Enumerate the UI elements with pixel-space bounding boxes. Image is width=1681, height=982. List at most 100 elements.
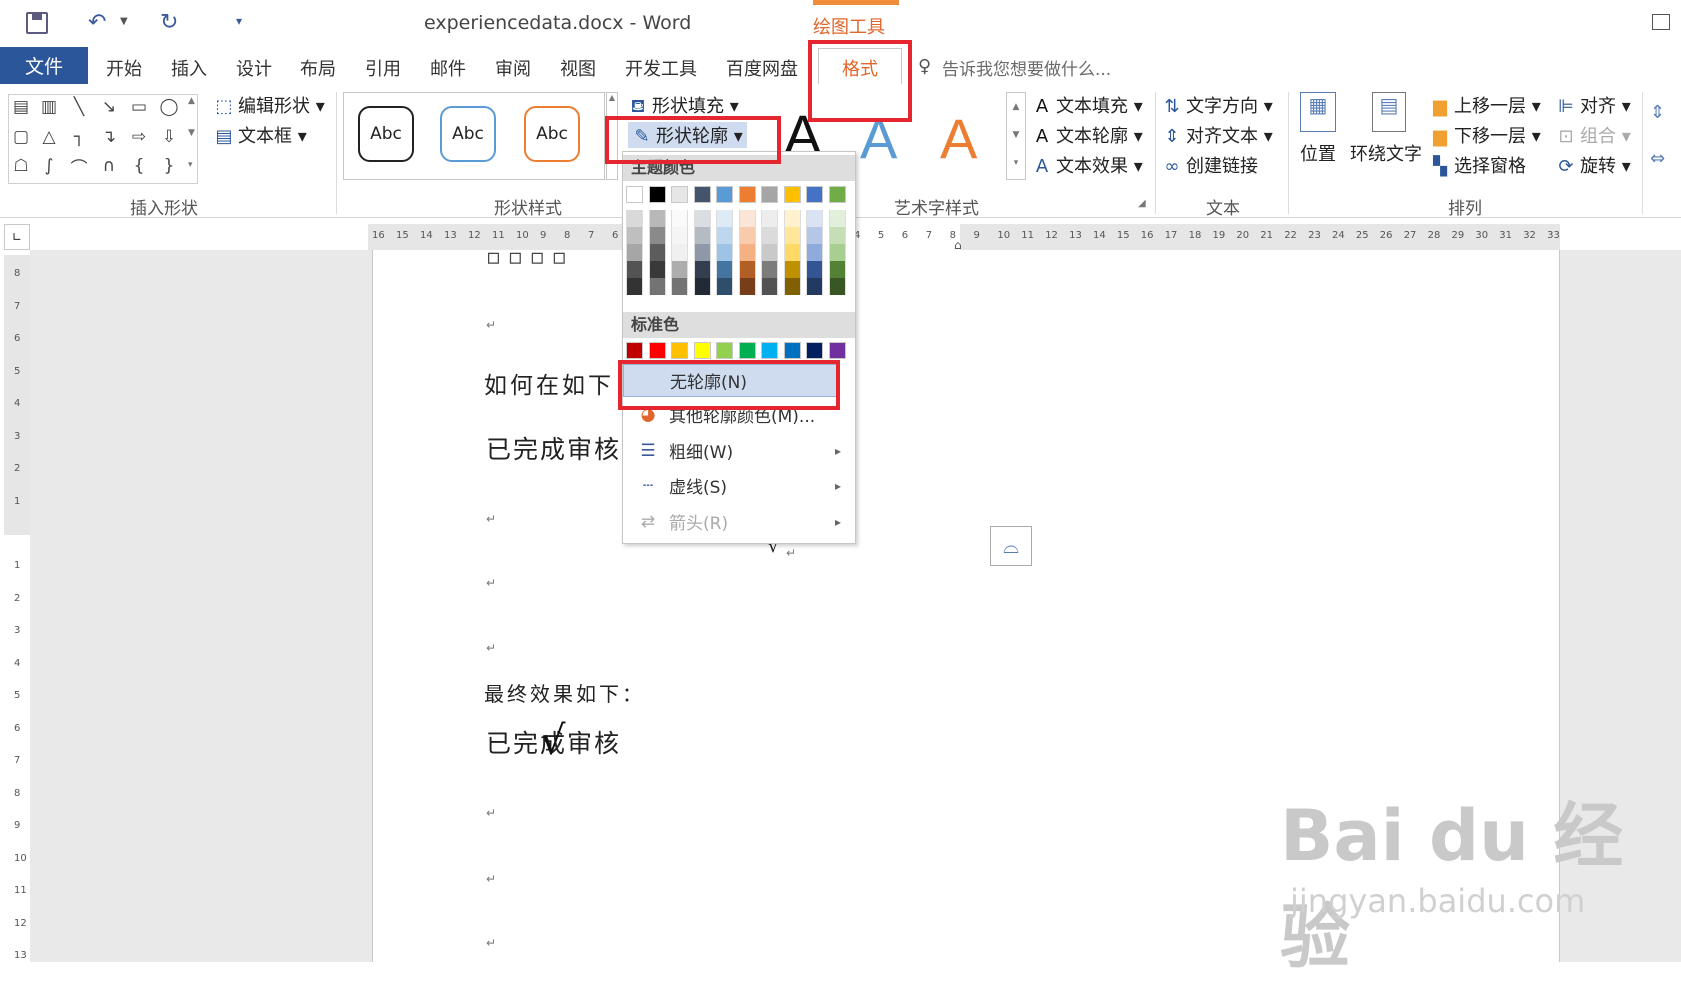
theme-shade-swatch[interactable] <box>648 244 666 261</box>
wordart-gallery-scroll-icon[interactable]: ▲ ▼ ▾ <box>1006 92 1026 180</box>
theme-color-swatch[interactable] <box>828 186 846 203</box>
rotate-button[interactable]: ⟳ 旋转 ▾ <box>1556 152 1630 178</box>
theme-color-swatch[interactable] <box>716 186 733 203</box>
standard-color-swatch[interactable] <box>783 342 801 359</box>
align-button[interactable]: ⊫ 对齐 ▾ <box>1556 92 1631 118</box>
theme-shade-swatch[interactable] <box>783 227 801 244</box>
theme-color-swatch[interactable] <box>693 186 711 203</box>
text-outline-button[interactable]: A 文本轮廓 ▾ <box>1032 122 1143 148</box>
bring-forward-button[interactable]: ▆ 上移一层 ▾ <box>1430 92 1541 118</box>
theme-shade-swatch[interactable] <box>693 227 711 244</box>
theme-color-swatch[interactable] <box>671 186 688 203</box>
standard-color-swatch[interactable] <box>693 342 711 359</box>
theme-shade-swatch[interactable] <box>716 227 733 244</box>
theme-color-swatch[interactable] <box>738 186 756 203</box>
redo-icon[interactable]: ↻ <box>160 10 178 35</box>
gallery-scroll-down-icon[interactable]: ▼ <box>188 128 195 138</box>
undo-dropdown-icon[interactable]: ▼ <box>120 16 128 27</box>
standard-color-swatch[interactable] <box>716 342 733 359</box>
tab-developer[interactable]: 开发工具 <box>625 55 697 81</box>
doc-paragraph[interactable]: 如何在如下 <box>484 366 614 400</box>
layout-options-icon[interactable]: ⌓ <box>990 526 1032 566</box>
wordart-orange-sample[interactable]: A <box>940 106 977 171</box>
tab-layout[interactable]: 布局 <box>300 55 336 81</box>
theme-shade-swatch[interactable] <box>761 210 778 227</box>
shape-style-black[interactable]: Abc <box>358 106 414 162</box>
theme-shade-swatch[interactable] <box>761 261 778 278</box>
theme-shade-swatch[interactable] <box>626 261 643 278</box>
theme-shade-swatch[interactable] <box>693 278 711 295</box>
theme-shade-swatch[interactable] <box>828 227 846 244</box>
elbow-arrow-icon[interactable]: ↴ <box>98 126 120 148</box>
selection-pane-button[interactable]: ▚ 选择窗格 <box>1430 152 1526 178</box>
theme-shade-swatch[interactable] <box>738 210 756 227</box>
line-shape-icon[interactable]: ╲ <box>68 96 90 118</box>
create-link-button[interactable]: ∞ 创建链接 <box>1162 152 1259 178</box>
send-backward-button[interactable]: ▆ 下移一层 ▾ <box>1430 122 1541 148</box>
position-button[interactable]: 位置 <box>1300 140 1336 166</box>
theme-shade-swatch[interactable] <box>626 244 643 261</box>
restore-ribbon-icon[interactable] <box>1652 14 1670 30</box>
standard-color-swatch[interactable] <box>626 342 643 359</box>
theme-shade-swatch[interactable] <box>738 244 756 261</box>
wrap-text-button[interactable]: 环绕文字 <box>1350 140 1422 166</box>
shape-style-orange[interactable]: Abc <box>524 106 580 162</box>
theme-color-swatch[interactable] <box>783 186 801 203</box>
gallery-scroll-up-icon[interactable]: ▲ <box>188 96 195 106</box>
width-icon[interactable]: ⇔ <box>1650 148 1665 169</box>
theme-shade-swatch[interactable] <box>806 227 823 244</box>
down-arrow-shape-icon[interactable]: ⇩ <box>158 126 180 148</box>
theme-shade-swatch[interactable] <box>671 278 688 295</box>
text-box-button[interactable]: ▤ 文本框 ▾ <box>214 122 306 148</box>
theme-shade-swatch[interactable] <box>648 210 666 227</box>
theme-shade-swatch[interactable] <box>626 210 643 227</box>
tab-home[interactable]: 开始 <box>106 55 142 81</box>
theme-shade-swatch[interactable] <box>648 278 666 295</box>
doc-paragraph[interactable]: 最终效果如下： <box>484 678 645 707</box>
theme-shade-swatch[interactable] <box>783 244 801 261</box>
theme-shade-swatch[interactable] <box>716 244 733 261</box>
theme-shade-swatch[interactable] <box>806 261 823 278</box>
standard-color-swatch[interactable] <box>738 342 756 359</box>
theme-shade-swatch[interactable] <box>693 244 711 261</box>
theme-shade-swatch[interactable] <box>783 210 801 227</box>
undo-icon[interactable]: ↶ <box>88 10 106 35</box>
weight-item[interactable]: ☰ 粗细(W) ▸ <box>623 434 855 467</box>
triangle-shape-icon[interactable]: △ <box>38 126 60 148</box>
theme-shade-swatch[interactable] <box>648 227 666 244</box>
standard-color-swatch[interactable] <box>648 342 666 359</box>
standard-color-swatch[interactable] <box>828 342 846 359</box>
arc-shape-icon[interactable]: ⌒ <box>68 155 90 179</box>
theme-shade-swatch[interactable] <box>761 227 778 244</box>
theme-color-swatch[interactable] <box>626 186 643 203</box>
theme-shade-swatch[interactable] <box>693 210 711 227</box>
theme-color-swatch[interactable] <box>648 186 666 203</box>
left-brace-shape-icon[interactable]: { <box>128 155 150 177</box>
curve-shape-icon[interactable]: ∩ <box>98 155 120 177</box>
align-text-button[interactable]: ⇕ 对齐文本 ▾ <box>1162 122 1272 148</box>
theme-shade-swatch[interactable] <box>671 261 688 278</box>
theme-shade-swatch[interactable] <box>783 261 801 278</box>
checkmark-shape[interactable]: √ <box>540 718 566 764</box>
elbow-connector-icon[interactable]: ┐ <box>68 126 90 148</box>
rectangle-shape-icon[interactable]: ▭ <box>128 96 150 118</box>
gallery-more-icon[interactable]: ▾ <box>188 160 193 170</box>
standard-color-swatch[interactable] <box>806 342 823 359</box>
customize-qat-icon[interactable]: ▾ <box>236 14 242 28</box>
theme-shade-swatch[interactable] <box>716 278 733 295</box>
shape-style-blue[interactable]: Abc <box>440 106 496 162</box>
tab-mailings[interactable]: 邮件 <box>430 55 466 81</box>
text-effects-button[interactable]: A 文本效果 ▾ <box>1032 152 1143 178</box>
oval-shape-icon[interactable]: ◯ <box>158 96 180 118</box>
theme-color-swatch[interactable] <box>806 186 823 203</box>
theme-shade-swatch[interactable] <box>806 210 823 227</box>
wordart-dialog-launcher-icon[interactable]: ◢ <box>1138 198 1146 209</box>
theme-shade-swatch[interactable] <box>783 278 801 295</box>
tab-insert[interactable]: 插入 <box>171 55 207 81</box>
theme-shade-swatch[interactable] <box>828 244 846 261</box>
dashes-item[interactable]: ┄ 虚线(S) ▸ <box>623 469 855 502</box>
tab-design[interactable]: 设计 <box>236 55 272 81</box>
text-direction-button[interactable]: ⇅ 文字方向 ▾ <box>1162 92 1272 118</box>
ruler-indent-marker-icon[interactable]: ⌂ <box>954 238 962 252</box>
theme-color-swatch[interactable] <box>761 186 778 203</box>
